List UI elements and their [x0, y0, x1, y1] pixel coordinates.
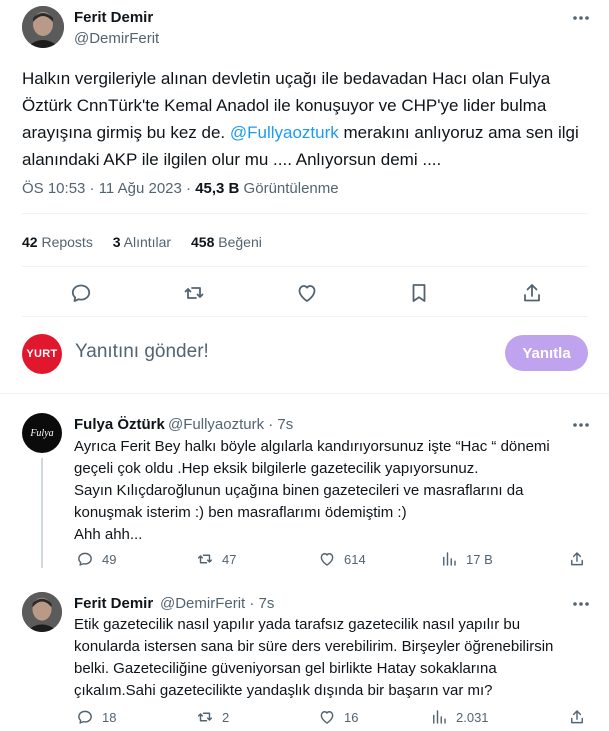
like-action[interactable]: 614: [318, 550, 366, 568]
reply-avatar[interactable]: [22, 592, 62, 632]
like-count: 16: [344, 709, 359, 725]
views-action[interactable]: 17 B: [440, 550, 493, 568]
reply-author-name[interactable]: Ferit Demir: [74, 595, 153, 612]
reply-author-handle[interactable]: @DemirFerit · 7s: [160, 595, 274, 612]
divider: [22, 316, 588, 317]
reposts-stat[interactable]: 42 Reposts: [22, 234, 93, 250]
reply-icon[interactable]: [69, 281, 93, 305]
reply-text-line: Sayın Kılıçdaroğlunun uçağına binen gaze…: [74, 482, 524, 499]
reposts-label: Reposts: [37, 234, 93, 250]
reply-text-line: konuşmak isterim :) ben masraflarımı öde…: [74, 504, 407, 521]
thread-line: [41, 458, 43, 568]
repost-icon: [197, 712, 213, 722]
reply-action[interactable]: 18: [76, 708, 116, 726]
mention-link[interactable]: @Fullyaozturk: [230, 123, 339, 142]
reply-count: 49: [102, 551, 117, 567]
likes-label: Beğeni: [214, 234, 262, 250]
share-action[interactable]: [568, 708, 586, 726]
reply-text-line: Ayrıca Ferit Bey halkı böyle algılarla k…: [74, 438, 550, 455]
divider: [0, 393, 609, 394]
like-count: 614: [344, 551, 366, 567]
author-avatar[interactable]: [22, 6, 64, 48]
view-count: 17 B: [466, 551, 493, 567]
repost-action[interactable]: 47: [196, 550, 236, 568]
reply-action[interactable]: 49: [76, 550, 116, 568]
share-icon: [571, 710, 583, 724]
repost-count: 2: [222, 709, 230, 725]
reply-count: 18: [102, 709, 117, 725]
reposts-count: 42: [22, 234, 38, 250]
like-icon[interactable]: [295, 281, 319, 305]
divider: [22, 266, 588, 267]
like-icon: [320, 711, 334, 724]
repost-icon[interactable]: [182, 281, 206, 305]
reply-icon: [78, 552, 92, 566]
quotes-label: Alıntılar: [120, 234, 172, 250]
divider: [22, 213, 588, 214]
quotes-stat[interactable]: 3 Alıntılar: [113, 234, 171, 250]
view-count: 2.031: [456, 709, 489, 725]
repost-action[interactable]: 2: [196, 708, 229, 726]
quotes-count: 3: [112, 234, 121, 250]
tweet-meta: ÖS 10:53 · 11 Ağu 2023 · 45,3 B Görüntül…: [22, 180, 339, 197]
share-action[interactable]: [568, 550, 586, 568]
reply-text: Ayrıca Ferit Bey halkı böyle algılarla k…: [74, 436, 589, 546]
reply-author-name[interactable]: Fulya Öztürk: [74, 416, 165, 433]
views-icon: [433, 710, 446, 724]
views-icon: [443, 552, 456, 566]
reply-icon: [78, 710, 92, 724]
reply-avatar-text: Fulya: [30, 427, 54, 439]
reply-input[interactable]: Yanıtını gönder!: [75, 341, 209, 363]
like-icon: [320, 553, 334, 566]
views-action[interactable]: 2.031: [430, 708, 489, 726]
timestamp[interactable]: ÖS 10:53 · 11 Ağu 2023 ·: [22, 180, 195, 197]
reply-text-line: belki. Gazeteciliğine güveniyorsan gel b…: [74, 660, 497, 677]
more-icon[interactable]: [570, 594, 592, 614]
compose-avatar[interactable]: YURT: [22, 334, 62, 374]
repost-count: 47: [222, 551, 237, 567]
reply-text: Etik gazetecilik nasıl yapılır yada tara…: [74, 614, 589, 702]
reply-author-handle[interactable]: @Fullyaozturk · 7s: [168, 416, 293, 433]
reply-avatar[interactable]: Fulya: [22, 413, 62, 453]
more-icon[interactable]: [570, 8, 592, 28]
share-icon: [571, 552, 583, 566]
repost-icon: [197, 554, 213, 564]
reply-button[interactable]: Yanıtla: [505, 335, 588, 371]
reply-text-line: Etik gazetecilik nasıl yapılır yada tara…: [74, 616, 521, 633]
author-name[interactable]: Ferit Demir: [74, 9, 153, 26]
likes-stat[interactable]: 458 Beğeni: [191, 234, 262, 250]
reply-text-line: çıkalım.Sahi gazetecilikte yandaşlık dış…: [74, 682, 493, 699]
reply-text-line: konularda istersen sana bir süre ders ve…: [74, 638, 554, 655]
likes-count: 458: [191, 234, 215, 250]
author-handle[interactable]: @DemirFerit: [74, 30, 159, 47]
tweet-text: Halkın vergileriyle alınan devletin uçağ…: [22, 65, 592, 173]
share-icon[interactable]: [520, 281, 544, 305]
more-icon[interactable]: [570, 415, 592, 435]
engagement-stats: 42 Reposts 3 Alıntılar 458 Beğeni: [22, 234, 278, 250]
like-action[interactable]: 16: [318, 708, 358, 726]
compose-avatar-text: YURT: [26, 348, 58, 360]
views-count: 45,3 B: [195, 180, 240, 197]
reply-text-line: geçeli çok oldu .Hep eksik bilgilerle ga…: [74, 460, 479, 477]
reply-text-line: Ahh ahh...: [74, 526, 143, 543]
views-label: Görüntülenme: [239, 180, 339, 197]
bookmark-icon[interactable]: [407, 281, 431, 305]
